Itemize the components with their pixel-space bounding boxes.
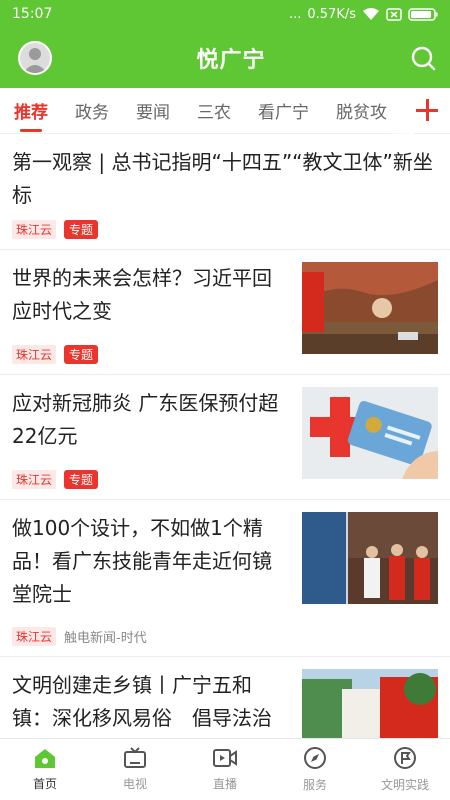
tv-icon (124, 747, 146, 768)
source-badge: 珠江云 (12, 627, 57, 646)
live-icon (213, 749, 237, 767)
avatar[interactable] (18, 41, 52, 75)
tab-agriculture[interactable]: 三农 (197, 98, 231, 123)
topic-badge: 专题 (64, 220, 99, 239)
article-card[interactable]: 做100个设计，不如做1个精品！看广东技能青年走近何镜堂院士 珠江云 触电新闻-… (0, 500, 450, 657)
article-thumbnail (302, 262, 438, 354)
news-feed: 第一观察 | 总书记指明“十四五”“教文卫体”新坐标 珠江云 专题 世界的未来会… (0, 134, 450, 742)
home-icon (35, 749, 55, 768)
article-thumbnail (302, 669, 438, 742)
source-badge: 珠江云 (12, 220, 57, 239)
article-thumbnail (302, 387, 438, 479)
article-card[interactable]: 世界的未来会怎样？习近平回应时代之变 珠江云 专题 (0, 250, 450, 375)
topic-badge: 专题 (64, 345, 99, 364)
article-title: 文明创建走乡镇丨广宁五和镇：深化移风易俗 倡导法治 (12, 673, 272, 730)
status-bar: 15:07 ... 0.57K/s (0, 0, 450, 28)
nav-live-label: 直播 (212, 777, 237, 791)
nav-civilization[interactable]: 文明实践 (360, 739, 450, 800)
app-title: 悦广宁 (196, 48, 266, 73)
network-speed: 0.57K/s (307, 6, 356, 22)
search-icon[interactable] (410, 45, 436, 71)
no-sim-icon (386, 7, 402, 21)
nav-service[interactable]: 服务 (270, 739, 360, 800)
nav-home-label: 首页 (32, 777, 57, 791)
article-thumbnail (302, 512, 438, 604)
nav-civilization-label: 文明实践 (380, 778, 429, 792)
status-time: 15:07 (12, 6, 53, 22)
article-title: 做100个设计，不如做1个精品！看广东技能青年走近何镜堂院士 (12, 516, 272, 606)
article-card[interactable]: 文明创建走乡镇丨广宁五和镇：深化移风易俗 倡导法治 (0, 657, 450, 742)
tab-guangning[interactable]: 看广宁 (258, 98, 309, 123)
topic-badge: 专题 (64, 470, 99, 489)
channel-tabs: 推荐 政务 要闻 三农 看广宁 脱贫攻 (0, 88, 450, 134)
user-icon (23, 48, 47, 73)
tabs-fade (384, 88, 414, 134)
source-badge: 珠江云 (12, 470, 57, 489)
article-card[interactable]: 应对新冠肺炎 广东医保预付超22亿元 珠江云 专题 (0, 375, 450, 500)
battery-icon (408, 7, 438, 21)
nav-live[interactable]: 直播 (180, 739, 270, 800)
source-badge: 珠江云 (12, 345, 57, 364)
article-title: 世界的未来会怎样？习近平回应时代之变 (12, 266, 272, 323)
status-dots: ... (288, 6, 302, 22)
compass-icon (304, 747, 326, 769)
tab-headlines[interactable]: 要闻 (136, 98, 170, 123)
tab-government[interactable]: 政务 (75, 98, 109, 123)
nav-home[interactable]: 首页 (0, 739, 90, 800)
nav-service-label: 服务 (302, 778, 327, 792)
article-title: 第一观察 | 总书记指明“十四五”“教文卫体”新坐标 (12, 150, 433, 207)
nav-tv[interactable]: 电视 (90, 739, 180, 800)
tab-poverty[interactable]: 脱贫攻 (336, 98, 387, 123)
article-card[interactable]: 第一观察 | 总书记指明“十四五”“教文卫体”新坐标 珠江云 专题 (0, 134, 450, 250)
flag-icon (394, 747, 416, 769)
nav-tv-label: 电视 (122, 777, 147, 791)
tab-recommend[interactable]: 推荐 (14, 98, 48, 132)
wifi-icon (363, 8, 379, 20)
add-channel-icon[interactable] (414, 97, 440, 123)
article-title: 应对新冠肺炎 广东医保预付超22亿元 (12, 391, 279, 448)
app-header: 悦广宁 (0, 28, 450, 88)
source-text: 触电新闻-时代 (64, 631, 147, 646)
bottom-navigation: 首页 电视 直播 服务 文明实践 (0, 738, 450, 800)
